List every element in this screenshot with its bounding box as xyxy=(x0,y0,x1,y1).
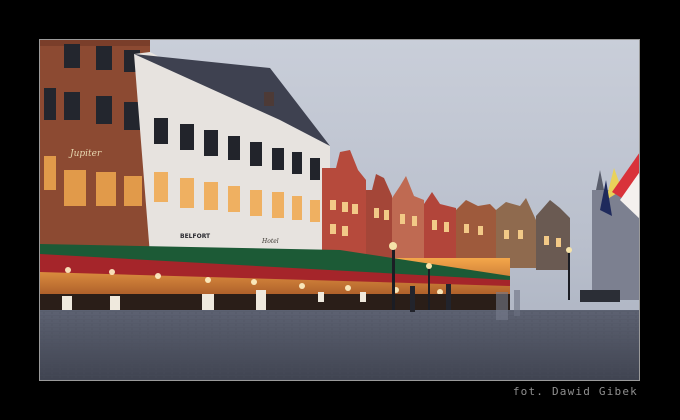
market-square-photo: Jupiter BELFORT Hotel xyxy=(40,40,639,380)
belfort-sign: BELFORT xyxy=(180,233,211,240)
jupiter-sign: Jupiter xyxy=(68,149,102,159)
brick-building-left: Jupiter xyxy=(40,40,150,250)
photo-frame: Jupiter BELFORT Hotel xyxy=(39,39,640,381)
cobblestone-square xyxy=(40,310,639,380)
hotel-sign: Hotel xyxy=(261,238,279,245)
right-buildings xyxy=(592,153,639,300)
photo-credit: fot. Dawid Gibek xyxy=(512,385,638,398)
